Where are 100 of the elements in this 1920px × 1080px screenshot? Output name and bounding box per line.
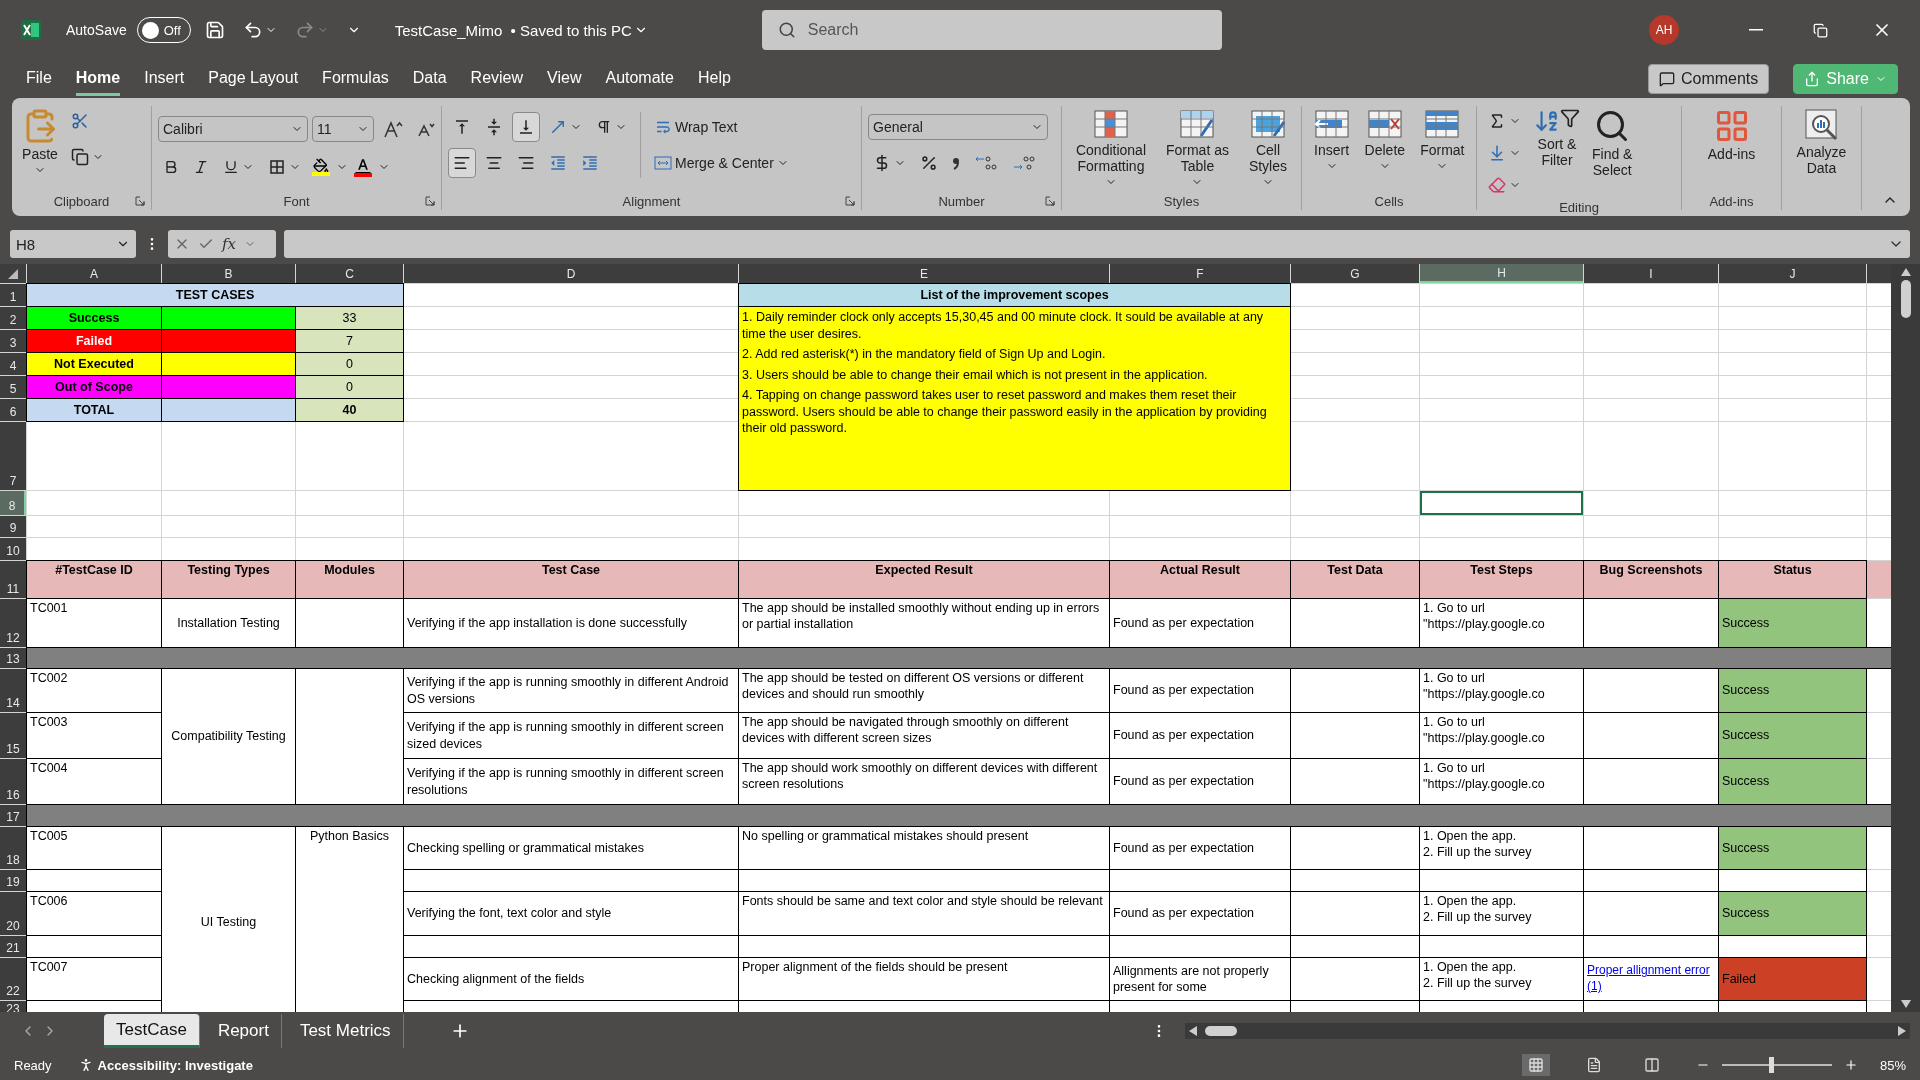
row-header[interactable]: 21 [0,936,26,957]
merge-center-button[interactable]: Merge & Center [649,148,794,178]
font-size-select[interactable]: 11 [312,116,374,142]
row-header[interactable]: 1 [0,284,26,306]
row-header[interactable]: 13 [0,648,26,668]
vertical-scrollbar[interactable] [1891,264,1920,1012]
menu-tab[interactable]: Review [470,62,524,96]
row-header[interactable]: 4 [0,353,26,375]
column-header[interactable]: G [1291,264,1419,283]
column-header[interactable]: H [1420,264,1583,283]
column-header[interactable]: E [739,264,1109,283]
menu-tab[interactable]: File [26,62,52,96]
menu-tab[interactable]: Help [697,62,731,96]
zoom-in-icon[interactable] [1843,1058,1858,1072]
sheet-tab[interactable]: Test Metrics [287,1014,404,1048]
search-field[interactable]: Search [761,10,1222,50]
row-header[interactable]: 8 [0,491,26,515]
menu-tab[interactable]: Data [412,62,447,96]
fill-color-button[interactable] [310,156,332,178]
column-header[interactable]: J [1719,264,1866,283]
row-header[interactable]: 10 [0,538,26,560]
row-header[interactable]: 6 [0,399,26,421]
align-icon [453,118,471,136]
row-header[interactable]: 16 [0,759,26,804]
status-cell: Success [1719,669,1866,712]
horizontal-scrollbar[interactable] [1185,1023,1910,1039]
column-header[interactable]: A [27,264,161,283]
add-ins-button[interactable]: Add-ins [1703,106,1760,165]
comments-button[interactable]: Comments [1647,64,1770,94]
formula-input[interactable] [284,230,1910,258]
name-box[interactable]: H8 [10,230,136,258]
column-header[interactable]: I [1584,264,1718,283]
row-header[interactable]: 22 [0,958,26,1000]
scroll-thumb[interactable] [1205,1026,1237,1036]
sheet-tab[interactable]: Report [205,1014,282,1048]
paste-button[interactable]: Paste [18,106,62,179]
dialog-launcher-icon[interactable] [135,196,145,206]
menu-tab[interactable]: Formulas [322,62,389,96]
row-header[interactable]: 14 [0,669,26,712]
wrap-text-button[interactable]: Wrap Text [649,112,794,142]
font-family-select[interactable]: Calibri [158,116,308,142]
test-case-cell: Checking spelling or grammatical mistakes [404,827,738,869]
menu-tab[interactable]: Automate [605,62,674,96]
dialog-launcher-icon[interactable] [1045,196,1055,206]
dialog-launcher-icon[interactable] [845,196,855,206]
row-header[interactable]: 19 [0,870,26,891]
cells-button[interactable]: Format [1416,106,1469,175]
status-cell: Success [1719,827,1866,869]
menu-tab[interactable]: Page Layout [208,62,299,96]
column-header[interactable]: D [404,264,738,283]
select-all-corner[interactable] [0,264,26,283]
test-case-cell: Checking alignment of the fields [404,958,738,1000]
view-button[interactable] [1521,1054,1550,1076]
expected-result-cell: The app should be tested on different OS versions or different devices and should run smoothly [739,669,1109,712]
row-header[interactable]: 9 [0,516,26,537]
row-header[interactable]: 3 [0,330,26,352]
row-header[interactable]: 17 [0,805,26,826]
sheet-tab[interactable]: TestCase [104,1014,200,1048]
sort-filter-button[interactable]: Sort & Filter [1530,106,1584,171]
cells-button[interactable]: Insert [1309,106,1354,175]
row-header[interactable]: 15 [0,713,26,758]
document-title[interactable]: TestCase_Mimo • Saved to this PC [390,17,652,43]
empty-cell[interactable] [296,669,403,804]
row-header[interactable]: 20 [0,892,26,935]
insert-function-button[interactable]: fx [222,235,236,253]
cells-button[interactable]: Delete [1360,106,1410,175]
scroll-thumb[interactable] [1900,280,1911,318]
id-cell: TC006 [27,892,161,935]
test-case-cell: Verifying the font, text color and style [404,892,738,935]
dialog-launcher-icon[interactable] [425,196,435,206]
row-header[interactable]: 7 [0,422,26,490]
row-header[interactable]: 2 [0,307,26,329]
row-header[interactable]: 18 [0,827,26,869]
column-header[interactable]: B [162,264,295,283]
menu-tab[interactable]: View [547,62,582,96]
number-format-select[interactable]: General [868,114,1048,140]
column-header[interactable]: C [296,264,403,283]
styles-button[interactable]: Conditional Formatting [1071,106,1150,191]
accessibility-status[interactable]: Accessibility: Investigate [97,1057,253,1073]
horizontal-align-button[interactable] [448,148,476,178]
row-header[interactable]: 12 [0,599,26,647]
vertical-align-button[interactable] [512,112,540,142]
row-header[interactable]: 5 [0,376,26,398]
menu-tab[interactable]: Home [75,62,121,96]
find-select-button[interactable]: Find & Select [1588,106,1637,181]
group-label: Font [283,193,310,209]
expected-result-cell: Fonts should be same and text color and style should be relevant [739,892,1109,935]
styles-button[interactable]: Format as Table [1161,106,1233,191]
expected-result-cell: The app should be navigated through smoothly on different devices with different screen sizes [739,713,1109,758]
styles-button[interactable]: Cell Styles [1244,106,1291,191]
column-header[interactable]: F [1110,264,1290,283]
actual-result-cell: Found as per expectation [1110,669,1290,712]
menu-tab[interactable]: Insert [144,62,185,96]
column-header[interactable] [1867,264,1891,283]
column-heading: Test Case [404,561,738,598]
improvement-item: 3. Users should be able to change their email which is not present in the application. [742,366,1209,383]
user-avatar[interactable]: AH [1649,15,1679,45]
analyze-data-button[interactable]: Analyze Data [1792,106,1851,179]
row-header[interactable]: 11 [0,561,26,598]
selected-cell[interactable] [1420,491,1583,515]
